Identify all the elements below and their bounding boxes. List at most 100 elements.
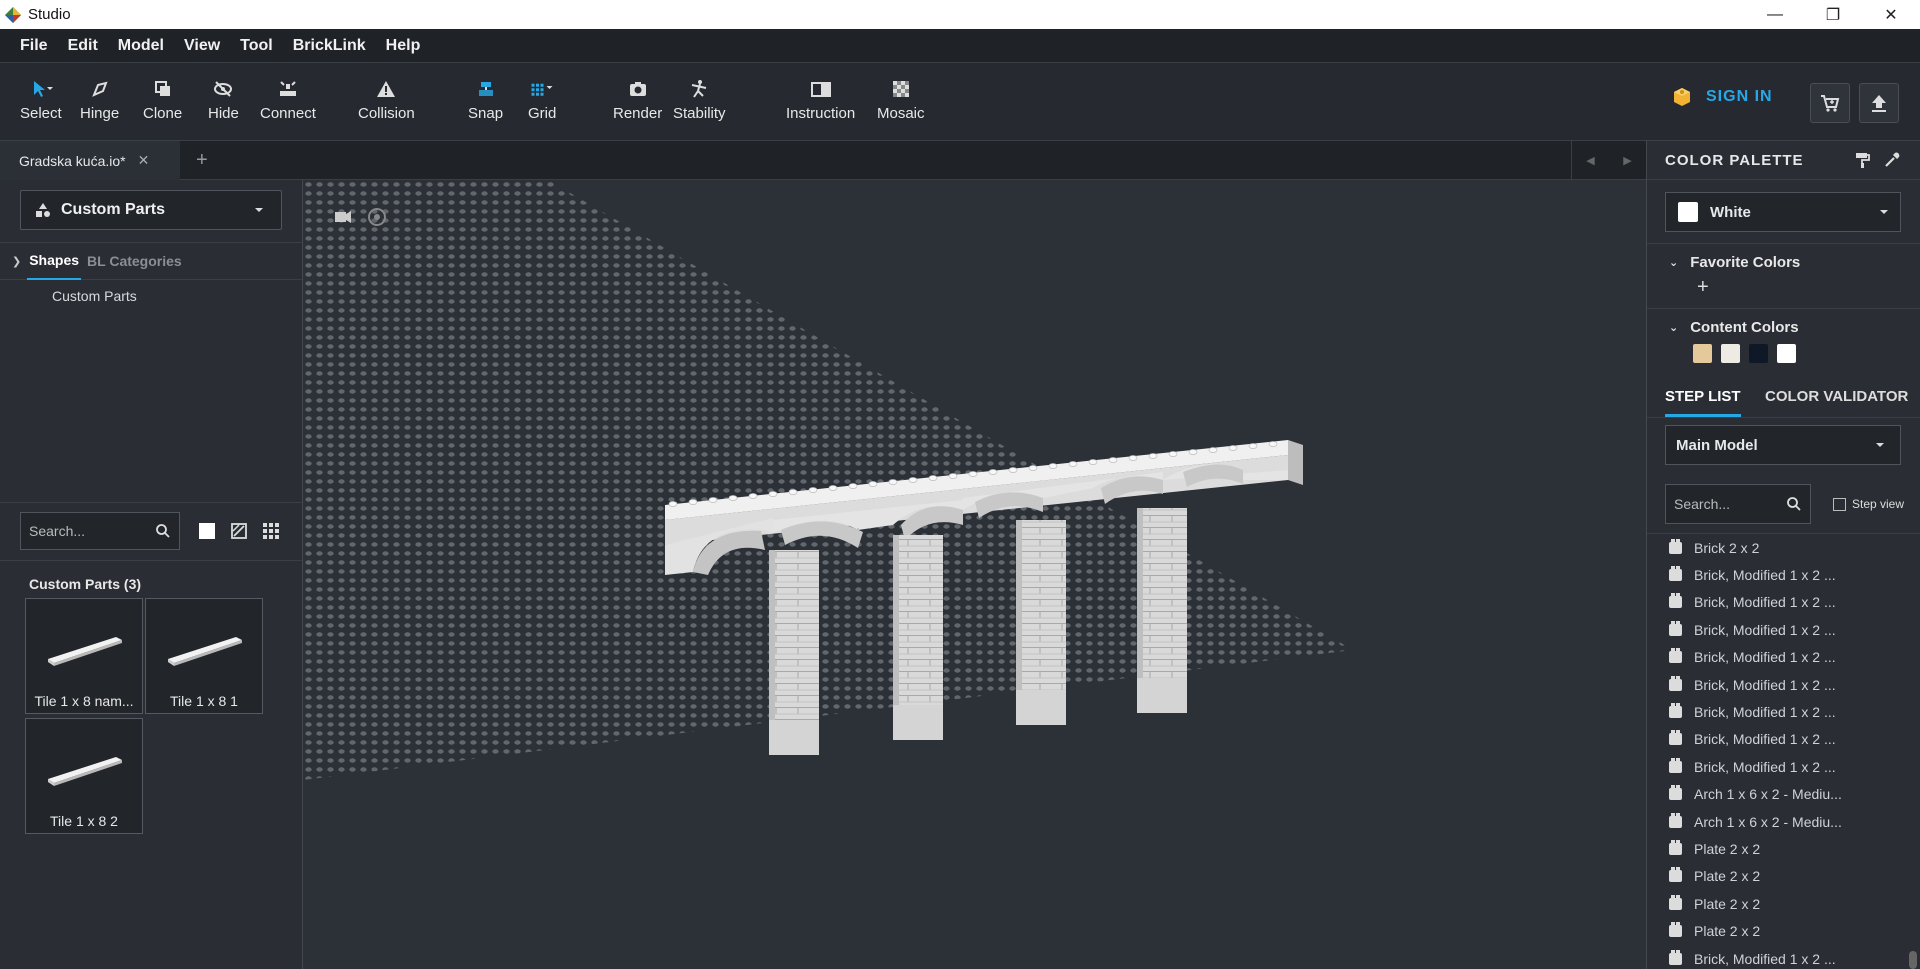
menu-bar: File Edit Model View Tool BrickLink Help xyxy=(0,29,1920,63)
chevron-down-icon[interactable]: ❯ xyxy=(12,255,21,268)
warning-triangle-icon xyxy=(374,77,398,101)
connect-icon xyxy=(276,77,300,101)
sign-in-button[interactable]: SIGN IN xyxy=(1672,87,1773,107)
shapes-icon xyxy=(36,203,50,217)
list-item[interactable]: Brick, Modified 1 x 2 ... xyxy=(1647,589,1920,616)
list-item[interactable]: Brick, Modified 1 x 2 ... xyxy=(1647,698,1920,725)
list-item[interactable]: Brick 2 x 2 xyxy=(1647,534,1920,561)
stability-tool[interactable]: Stability xyxy=(673,77,726,122)
hide-tool[interactable]: Hide xyxy=(208,77,239,122)
right-side-panel: COLOR PALETTE White ⌄ Favorite Colors + … xyxy=(1646,141,1920,969)
menu-edit[interactable]: Edit xyxy=(58,37,108,55)
color-swatch-white[interactable] xyxy=(1777,344,1796,363)
add-tab-icon[interactable]: + xyxy=(196,149,208,172)
upload-button[interactable] xyxy=(1859,83,1899,123)
add-favorite-color-icon[interactable]: + xyxy=(1697,276,1709,299)
cart-button[interactable] xyxy=(1810,83,1850,123)
color-swatch-light-bluish-white[interactable] xyxy=(1721,344,1740,363)
render-tool[interactable]: Render xyxy=(613,77,662,122)
connect-tool[interactable]: Connect xyxy=(260,77,316,122)
brick-icon xyxy=(1669,675,1682,691)
collision-tool[interactable]: Collision xyxy=(358,77,415,122)
list-item[interactable]: Plate 2 x 2 xyxy=(1647,890,1920,917)
instruction-tool[interactable]: Instruction xyxy=(786,77,855,122)
menu-file[interactable]: File xyxy=(10,37,58,55)
tab-shapes[interactable]: Shapes xyxy=(27,252,81,280)
list-item[interactable]: Brick, Modified 1 x 2 ... xyxy=(1647,671,1920,698)
maximize-button[interactable]: ❐ xyxy=(1804,0,1862,29)
stability-figure-icon xyxy=(687,77,711,101)
color-swatch-black[interactable] xyxy=(1749,344,1768,363)
brick-icon xyxy=(1669,620,1682,636)
filter-color-icon[interactable] xyxy=(230,522,248,540)
close-window-button[interactable]: ✕ xyxy=(1862,0,1920,29)
brick-icon xyxy=(1669,593,1682,609)
menu-model[interactable]: Model xyxy=(108,37,174,55)
search-icon xyxy=(1787,497,1801,511)
list-item[interactable]: Brick, Modified 1 x 2 ... xyxy=(1647,753,1920,780)
clone-tool[interactable]: Clone xyxy=(143,77,182,122)
paint-roller-icon[interactable] xyxy=(1853,151,1871,169)
list-item[interactable]: Plate 2 x 2 xyxy=(1647,917,1920,944)
model-selector-dropdown[interactable]: Main Model xyxy=(1665,425,1901,465)
color-swatch-tan[interactable] xyxy=(1693,344,1712,363)
select-tool[interactable]: Select xyxy=(20,77,62,122)
tab-scroll-left-icon[interactable]: ◀ xyxy=(1586,154,1594,167)
brick-icon xyxy=(1669,867,1682,883)
search-icon xyxy=(156,524,170,538)
list-scrollbar-thumb[interactable] xyxy=(1909,951,1917,969)
part-tile-1x8-nam[interactable]: Tile 1 x 8 nam... xyxy=(25,598,143,714)
hinge-tool[interactable]: Hinge xyxy=(80,77,119,122)
tab-color-validator[interactable]: COLOR VALIDATOR xyxy=(1765,388,1908,405)
eyedropper-icon[interactable] xyxy=(1883,151,1901,169)
tab-scroll-controls: ◀ ▶ xyxy=(1571,141,1646,180)
list-item[interactable]: Arch 1 x 6 x 2 - Mediu... xyxy=(1647,808,1920,835)
build-scene[interactable] xyxy=(303,180,1646,969)
parts-source-dropdown[interactable]: Custom Parts xyxy=(20,190,282,230)
step-panel-tabs: STEP LIST COLOR VALIDATOR xyxy=(1647,376,1920,418)
list-item[interactable]: Plate 2 x 2 xyxy=(1647,863,1920,890)
part-tile-1x8-1[interactable]: Tile 1 x 8 1 xyxy=(145,598,263,714)
list-item[interactable]: Brick, Modified 1 x 2 ... xyxy=(1647,644,1920,671)
content-color-swatches xyxy=(1693,344,1796,363)
color-selector-dropdown[interactable]: White xyxy=(1665,192,1901,232)
list-item[interactable]: Brick, Modified 1 x 2 ... xyxy=(1647,616,1920,643)
step-search-input[interactable]: Search... xyxy=(1665,484,1811,524)
camera-icon[interactable] xyxy=(335,211,351,223)
minimize-button[interactable]: — xyxy=(1746,0,1804,29)
menu-bricklink[interactable]: BrickLink xyxy=(283,37,376,55)
camera-icon xyxy=(626,77,650,101)
menu-view[interactable]: View xyxy=(174,37,230,55)
tab-bl-categories[interactable]: BL Categories xyxy=(87,253,182,269)
color-palette-header: COLOR PALETTE xyxy=(1647,141,1920,180)
parts-view-options xyxy=(198,522,280,540)
color-square-icon[interactable] xyxy=(198,522,216,540)
parts-search-input[interactable]: Search... xyxy=(20,512,180,550)
tab-scroll-right-icon[interactable]: ▶ xyxy=(1623,154,1631,167)
grid-view-icon[interactable] xyxy=(262,522,280,540)
grid-icon xyxy=(530,77,554,101)
studio-app-icon xyxy=(5,6,21,23)
divider xyxy=(1647,243,1920,244)
content-colors-section[interactable]: ⌄ Content Colors xyxy=(1647,317,1920,337)
tab-gradska-kuca[interactable]: Gradska kuća.io* ✕ xyxy=(0,141,180,180)
chevron-down-icon xyxy=(1876,443,1884,447)
list-item[interactable]: Brick, Modified 1 x 2 ... xyxy=(1647,726,1920,753)
brick-icon xyxy=(1669,757,1682,773)
step-view-checkbox[interactable]: Step view xyxy=(1833,497,1904,511)
list-item[interactable]: Arch 1 x 6 x 2 - Mediu... xyxy=(1647,781,1920,808)
close-tab-icon[interactable]: ✕ xyxy=(138,152,150,169)
list-item[interactable]: Brick, Modified 1 x 2 ... xyxy=(1647,945,1920,969)
menu-help[interactable]: Help xyxy=(376,37,431,55)
part-tile-1x8-2[interactable]: Tile 1 x 8 2 xyxy=(25,718,143,834)
3d-viewport[interactable] xyxy=(303,180,1646,969)
tab-step-list[interactable]: STEP LIST xyxy=(1665,388,1741,417)
grid-tool[interactable]: Grid xyxy=(528,77,556,122)
list-item[interactable]: Brick, Modified 1 x 2 ... xyxy=(1647,561,1920,588)
snap-tool[interactable]: Snap xyxy=(468,77,503,122)
menu-tool[interactable]: Tool xyxy=(230,37,283,55)
favorite-colors-section[interactable]: ⌄ Favorite Colors xyxy=(1647,252,1920,272)
tree-item-custom-parts[interactable]: Custom Parts xyxy=(52,288,137,304)
list-item[interactable]: Plate 2 x 2 xyxy=(1647,835,1920,862)
mosaic-tool[interactable]: Mosaic xyxy=(877,77,925,122)
